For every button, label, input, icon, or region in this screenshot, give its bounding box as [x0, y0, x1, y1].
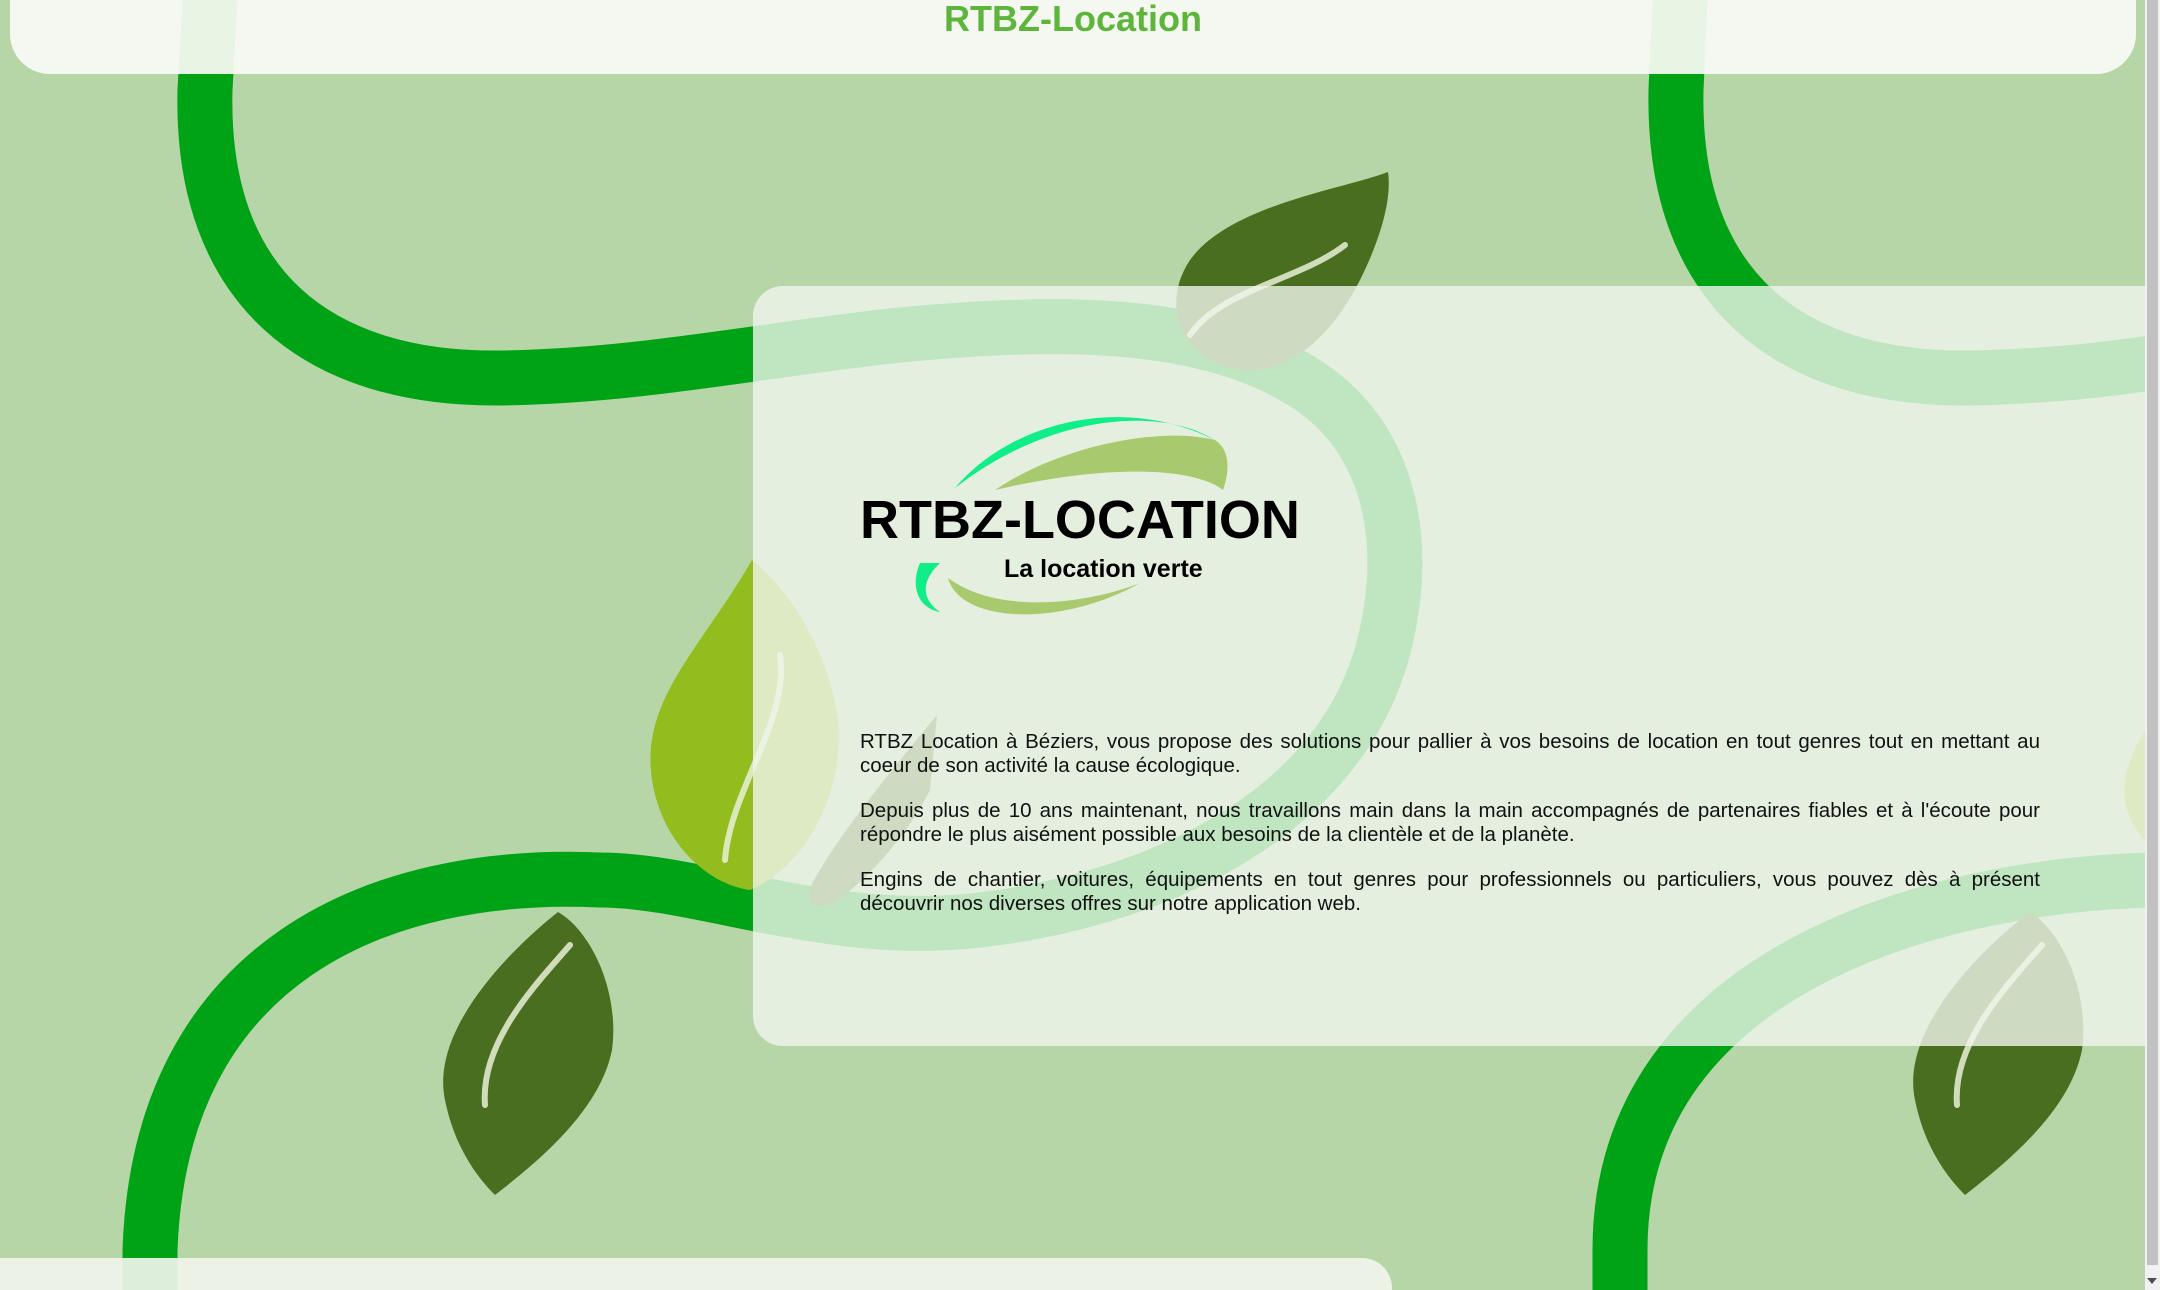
scroll-down-arrow-icon[interactable]	[2147, 1278, 2157, 1284]
intro-text: RTBZ Location à Béziers, vous propose de…	[860, 730, 2040, 937]
scrollbar-thumb[interactable]	[2147, 0, 2158, 1265]
intro-paragraph: RTBZ Location à Béziers, vous propose de…	[860, 730, 2040, 777]
logo-tagline: La location verte	[1004, 555, 1203, 583]
site-title[interactable]: RTBZ-Location	[10, 0, 2136, 38]
site-logo: RTBZ-LOCATION La location verte	[860, 398, 1300, 628]
logo-name: RTBZ-LOCATION	[860, 490, 1300, 550]
intro-paragraph: Engins de chantier, voitures, équipement…	[860, 868, 2040, 915]
footer-panel	[0, 1258, 1392, 1290]
vertical-scrollbar[interactable]	[2145, 0, 2160, 1290]
intro-paragraph: Depuis plus de 10 ans maintenant, nous t…	[860, 799, 2040, 846]
header-bar: RTBZ-Location	[10, 0, 2136, 74]
